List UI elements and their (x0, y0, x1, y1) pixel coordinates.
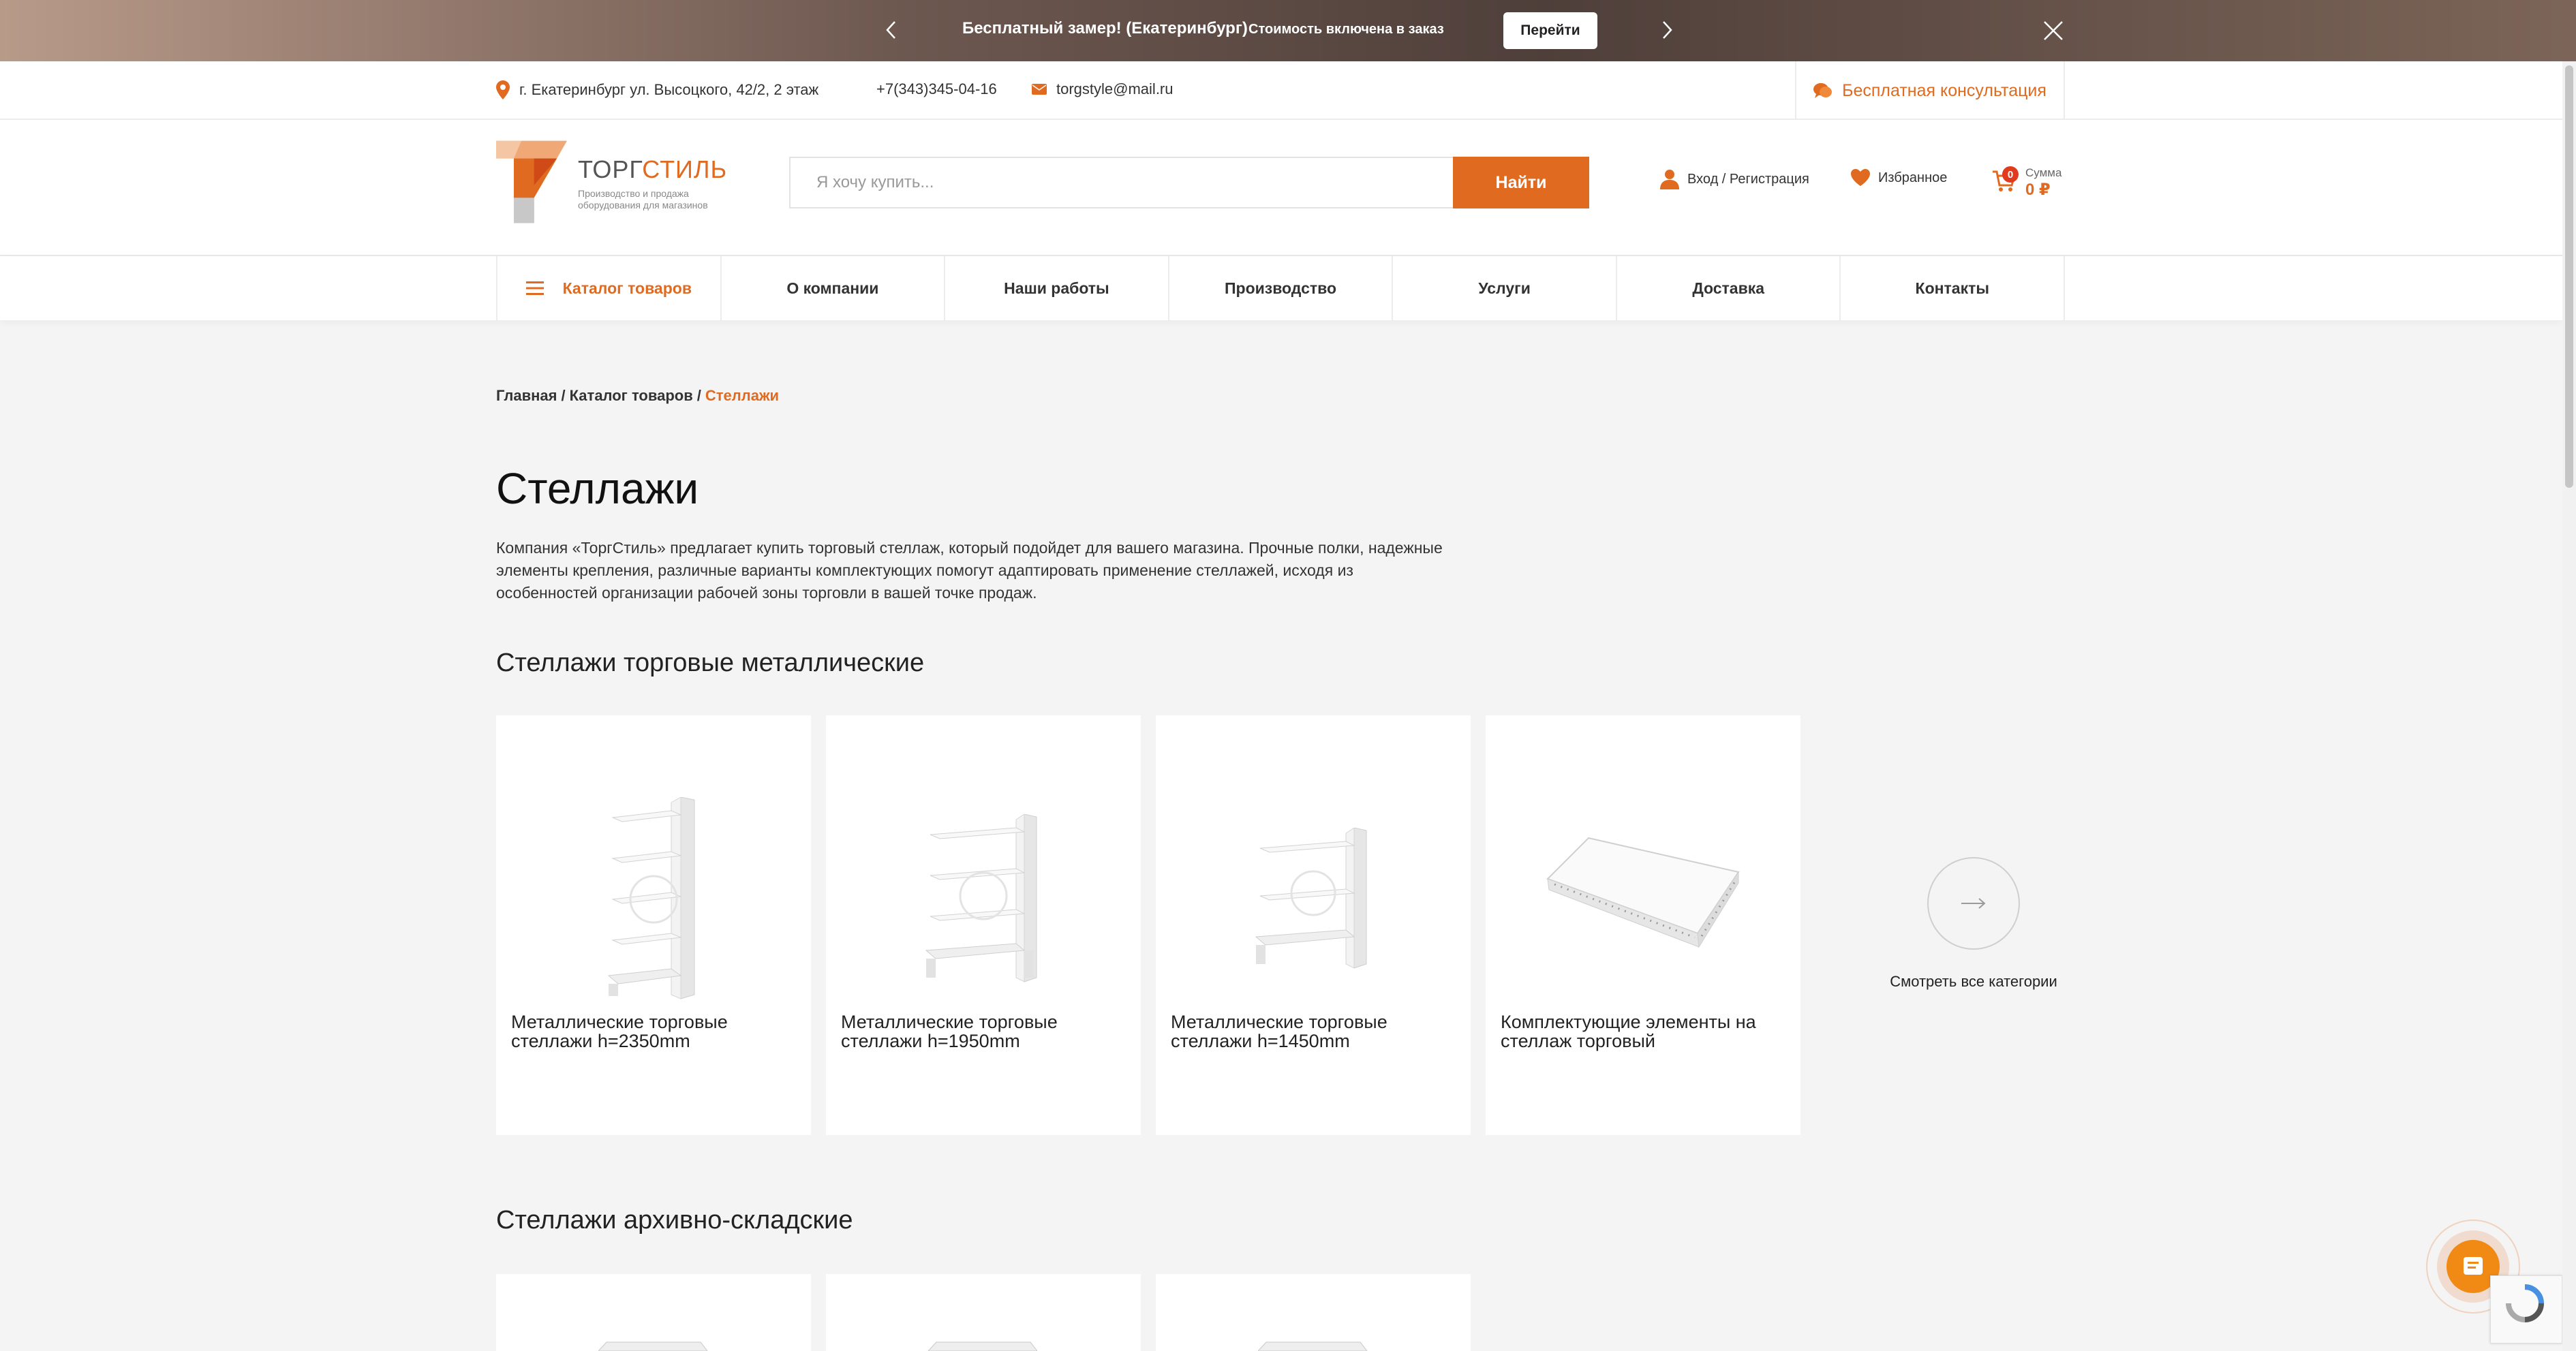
email-text[interactable]: torgstyle@mail.ru (1056, 80, 1174, 98)
see-all-label[interactable]: Смотреть все категории (1885, 973, 2062, 991)
consultation-label: Бесплатная консультация (1842, 80, 2046, 100)
breadcrumb-home[interactable]: Главная (496, 387, 557, 404)
card-title[interactable]: Металлические торговые стеллажи h=1450mm (1171, 1012, 1457, 1051)
favorites-link[interactable]: Избранное (1851, 169, 1947, 187)
phone-link[interactable]: +7(343)345-04-16 (876, 80, 997, 98)
close-icon[interactable] (2040, 18, 2066, 44)
product-image (1156, 770, 1471, 1029)
product-image (598, 1341, 707, 1351)
page-intro: Компания «ТоргСтиль» предлагает купить т… (496, 539, 1443, 602)
page-title: Стеллажи (496, 464, 699, 513)
arrow-right-icon[interactable] (1927, 857, 2020, 950)
see-all-categories-link[interactable]: Смотреть все категории (1885, 857, 2069, 993)
login-link[interactable]: Вход / Регистрация (1660, 169, 1809, 189)
promo-next-arrow-icon[interactable] (1652, 15, 1682, 45)
nav-item-works[interactable]: Наши работы (945, 256, 1169, 320)
logo-brand: ТОРГСТИЛЬ (578, 155, 728, 184)
category-card[interactable]: Комплектующие элементы на стеллаж торгов… (1486, 715, 1800, 1135)
category-card[interactable] (1156, 1274, 1471, 1351)
nav-item-contacts[interactable]: Контакты (1841, 256, 2066, 320)
cart-count-badge: 0 (2002, 166, 2019, 183)
section-title: Стеллажи архивно-складские (496, 1206, 853, 1234)
nav-item-catalog[interactable]: Каталог товаров (497, 256, 722, 320)
favorites-label[interactable]: Избранное (1878, 170, 1947, 186)
free-consultation-button[interactable]: Бесплатная консультация (1795, 61, 2065, 120)
main-nav: Каталог товаров О компании Наши работы П… (0, 256, 2562, 320)
heart-icon (1851, 169, 1870, 186)
product-image (1486, 770, 1800, 1029)
cart-sum-label: Сумма (2025, 166, 2062, 179)
logo[interactable]: ТОРГСТИЛЬ Производство и продажа оборудо… (496, 138, 728, 226)
promo-prev-arrow-icon[interactable] (876, 15, 906, 45)
email-link[interactable]: torgstyle@mail.ru (1032, 80, 1174, 98)
chat-bubbles-icon (1813, 83, 1833, 98)
logo-brand-a: ТОРГ (578, 155, 643, 183)
recaptcha-badge[interactable] (2490, 1275, 2562, 1344)
page-scrollbar[interactable] (2562, 61, 2576, 1351)
cart-sum-value: 0 ₽ (2025, 181, 2051, 199)
category-card[interactable]: Металлические торговые стеллажи h=1450mm (1156, 715, 1471, 1135)
promo-subtitle: Стоимость включена в заказ (1248, 22, 1444, 37)
mail-icon (1032, 84, 1047, 95)
logo-brand-b: СТИЛЬ (642, 155, 728, 183)
breadcrumb-current: Стеллажи (705, 387, 780, 404)
search-bar: Найти (789, 157, 1589, 208)
category-card[interactable]: Металлические торговые стеллажи h=1950mm (826, 715, 1141, 1135)
section-title: Стеллажи торговые металлические (496, 649, 925, 677)
cart-widget[interactable]: 0 Сумма 0 ₽ (1993, 164, 2068, 204)
category-card[interactable]: Металлические торговые стеллажи h=2350mm (496, 715, 811, 1135)
recaptcha-icon (2506, 1284, 2544, 1322)
promo-go-button[interactable]: Перейти (1503, 12, 1597, 49)
search-button[interactable]: Найти (1453, 157, 1589, 208)
menu-icon (525, 281, 544, 295)
site-header: ТОРГСТИЛЬ Производство и продажа оборудо… (0, 120, 2562, 256)
product-image (826, 770, 1141, 1029)
promo-banner: Бесплатный замер! (Екатеринбург) Стоимос… (0, 0, 2576, 61)
product-image (928, 1341, 1037, 1351)
card-title[interactable]: Комплектующие элементы на стеллаж торгов… (1501, 1012, 1787, 1051)
address: г. Екатеринбург ул. Высоцкого, 42/2, 2 э… (496, 80, 818, 99)
product-image (496, 770, 811, 1029)
search-input[interactable] (789, 157, 1453, 208)
category-card[interactable] (826, 1274, 1141, 1351)
logo-tagline: Производство и продажа оборудования для … (578, 188, 708, 211)
contact-bar: г. Екатеринбург ул. Высоцкого, 42/2, 2 э… (0, 61, 2562, 120)
login-label[interactable]: Вход / Регистрация (1687, 172, 1809, 187)
nav-item-about[interactable]: О компании (722, 256, 946, 320)
category-card[interactable] (496, 1274, 811, 1351)
logo-mark-icon (496, 140, 567, 223)
nav-item-delivery[interactable]: Доставка (1617, 256, 1841, 320)
user-icon (1660, 170, 1679, 189)
card-title[interactable]: Металлические торговые стеллажи h=1950mm (841, 1012, 1127, 1051)
breadcrumb-catalog[interactable]: Каталог товаров (570, 387, 693, 404)
nav-item-services[interactable]: Услуги (1393, 256, 1617, 320)
breadcrumb: Главная / Каталог товаров / Стеллажи (496, 387, 780, 404)
nav-label: Каталог товаров (562, 279, 692, 297)
promo-title: Бесплатный замер! (Екатеринбург) (962, 19, 1248, 37)
scrollbar-thumb[interactable] (2565, 65, 2573, 488)
phone-text[interactable]: +7(343)345-04-16 (876, 80, 997, 98)
card-title[interactable]: Металлические торговые стеллажи h=2350mm (511, 1012, 797, 1051)
map-pin-icon (496, 80, 510, 99)
address-text: г. Екатеринбург ул. Высоцкого, 42/2, 2 э… (519, 81, 819, 98)
nav-item-production[interactable]: Производство (1169, 256, 1394, 320)
product-image (1258, 1341, 1367, 1351)
